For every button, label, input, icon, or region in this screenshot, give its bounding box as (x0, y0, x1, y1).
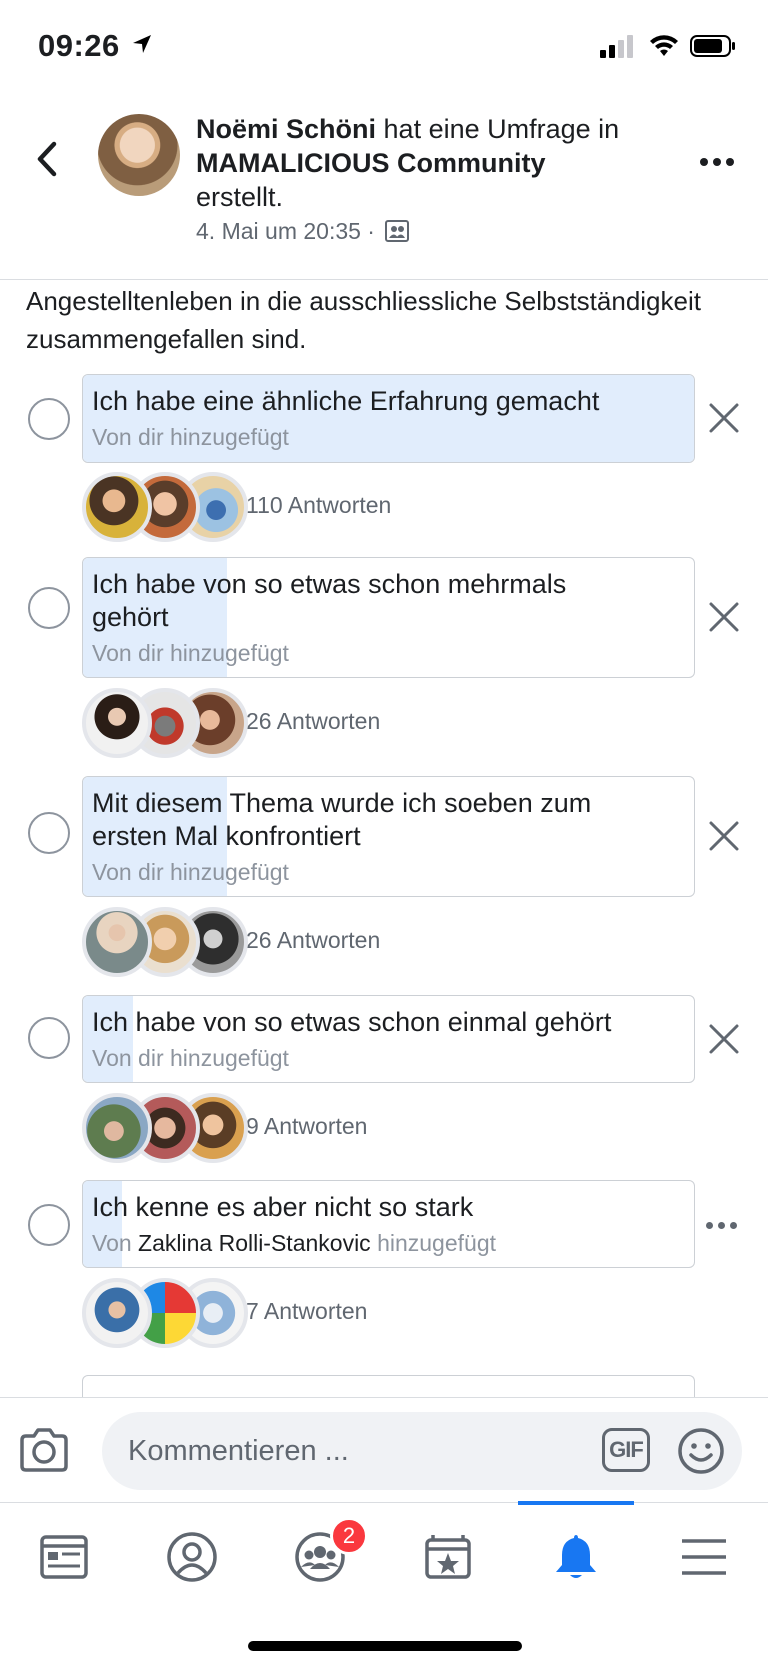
vote-count: 9 Antworten (246, 1113, 368, 1139)
option-box[interactable]: Ich habe eine ähnliche Erfahrung gemacht… (82, 374, 695, 463)
comment-composer: GIF (0, 1397, 768, 1502)
battery-icon (690, 35, 735, 57)
post-date: 4. Mai um 20:35 · (196, 218, 375, 244)
home-indicator[interactable] (248, 1641, 522, 1651)
added-by-user[interactable]: Zaklina Rolli-Stankovic (138, 1230, 371, 1256)
voter-avatars[interactable]: 110 Antworten (82, 472, 682, 548)
active-tab-indicator (518, 1501, 634, 1505)
tab-notifications[interactable] (512, 1525, 640, 1595)
wifi-icon (650, 35, 678, 56)
option-box[interactable]: Mit diesem Thema wurde ich soeben zum er… (82, 776, 695, 897)
camera-icon[interactable] (18, 1426, 70, 1474)
group-name[interactable]: MAMALICIOUS Community (196, 148, 545, 178)
close-icon[interactable] (706, 1021, 742, 1057)
gif-icon[interactable]: GIF (602, 1428, 652, 1474)
option-label: Ich kenne es aber nicht so stark (92, 1192, 474, 1222)
tab-menu[interactable] (640, 1525, 768, 1595)
post-header-text: Noëmi Schöni hat eine Umfrage in MAMALIC… (196, 112, 696, 214)
voter-avatars[interactable]: 26 Antworten (82, 907, 682, 983)
notification-badge: 2 (330, 1517, 368, 1555)
location-arrow-icon (133, 35, 151, 53)
profile-icon (167, 1532, 217, 1582)
option-added-by: Von dir hinzugefügt (92, 859, 289, 885)
voter-avatars[interactable]: 26 Antworten (82, 688, 682, 764)
option-box[interactable]: Ich kenne es aber nicht so stark Von Zak… (82, 1180, 695, 1268)
vote-count: 26 Antworten (246, 927, 381, 953)
option-label: Ich habe eine ähnliche Erfahrung gemacht (92, 386, 600, 416)
option-label: Ich habe von so etwas schon einmal gehör… (92, 1007, 612, 1037)
status-time: 09:26 (38, 28, 120, 63)
tab-bar: 2 (0, 1501, 768, 1663)
tab-pages[interactable] (384, 1525, 512, 1595)
poll-question: Angestelltenleben in die ausschliesslich… (26, 286, 701, 354)
close-icon[interactable] (706, 599, 742, 635)
back-icon[interactable] (30, 134, 66, 184)
option-label: Mit diesem Thema wurde ich soeben zum er… (92, 788, 592, 851)
avatar (82, 907, 152, 977)
header-action-end: erstellt. (196, 182, 284, 212)
pages-icon (425, 1535, 471, 1579)
vote-count: 110 Antworten (246, 492, 392, 518)
radio-button[interactable] (28, 398, 70, 440)
option-label: Ich habe von so etwas schon mehrmals geh… (92, 569, 567, 632)
emoji-icon[interactable] (676, 1426, 726, 1476)
menu-icon (682, 1539, 726, 1575)
author-name[interactable]: Noëmi Schöni (196, 114, 376, 144)
status-bar: 09:26 (0, 0, 768, 92)
radio-button[interactable] (28, 1204, 70, 1246)
option-added-by: Von dir hinzugefügt (92, 640, 289, 666)
author-avatar[interactable] (98, 114, 180, 196)
audience-icon (385, 220, 410, 242)
more-icon[interactable] (700, 144, 740, 180)
voter-avatars[interactable]: 9 Antworten (82, 1093, 682, 1169)
voter-avatars[interactable]: 7 Antworten (82, 1278, 682, 1354)
radio-button[interactable] (28, 1017, 70, 1059)
avatar (82, 1278, 152, 1348)
radio-button[interactable] (28, 812, 70, 854)
vote-count: 26 Antworten (246, 708, 381, 734)
option-added-by: Von dir hinzugefügt (92, 1045, 289, 1071)
option-box[interactable]: Ich habe von so etwas schon einmal gehör… (82, 995, 695, 1083)
more-icon[interactable] (706, 1218, 742, 1232)
post-timestamp[interactable]: 4. Mai um 20:35 · (196, 218, 410, 245)
avatar (82, 688, 152, 758)
tab-news-feed[interactable] (0, 1525, 128, 1595)
radio-button[interactable] (28, 587, 70, 629)
avatar (82, 472, 152, 542)
close-icon[interactable] (706, 400, 742, 436)
close-icon[interactable] (706, 818, 742, 854)
news-feed-icon (40, 1535, 88, 1579)
tab-profile[interactable] (128, 1525, 256, 1595)
header-action: hat eine Umfrage in (376, 114, 620, 144)
option-box[interactable]: Ich habe von so etwas schon mehrmals geh… (82, 557, 695, 678)
bell-icon (556, 1535, 596, 1578)
option-added-by: Von dir hinzugefügt (92, 424, 289, 450)
vote-count: 7 Antworten (246, 1298, 368, 1324)
avatar (82, 1093, 152, 1163)
post-header: Noëmi Schöni hat eine Umfrage in MAMALIC… (0, 92, 768, 280)
option-added-by: Von Zaklina Rolli-Stankovic hinzugefügt (92, 1230, 497, 1256)
signal-icon (600, 35, 633, 58)
